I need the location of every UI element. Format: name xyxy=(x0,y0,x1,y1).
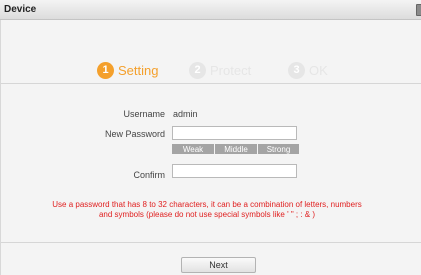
strength-middle: Middle xyxy=(215,144,257,154)
step-1-label: Setting xyxy=(118,62,159,78)
confirm-password-field[interactable] xyxy=(172,164,297,178)
wizard-panel: 1 Setting 2 Protect 3 OK Username admin … xyxy=(0,20,421,275)
password-strength-meter: Weak Middle Strong xyxy=(172,144,299,154)
wizard-steps: 1 Setting 2 Protect 3 OK xyxy=(1,60,421,84)
step-setting: 1 Setting xyxy=(97,60,158,80)
username-value: admin xyxy=(173,109,198,119)
step-2-number: 2 xyxy=(189,61,206,79)
username-label: Username xyxy=(123,109,165,119)
strength-weak: Weak xyxy=(172,144,214,154)
step-protect: 2 Protect xyxy=(189,60,251,80)
step-3-label: OK xyxy=(309,62,328,78)
confirm-label: Confirm xyxy=(133,170,165,180)
title-bar: Device xyxy=(0,0,421,20)
close-icon[interactable] xyxy=(416,4,421,16)
step-2-label: Protect xyxy=(210,62,252,78)
new-password-field[interactable] xyxy=(172,126,297,140)
step-3-number: 3 xyxy=(288,61,305,79)
divider-top xyxy=(1,83,421,84)
divider-bottom xyxy=(1,242,421,243)
step-ok: 3 OK xyxy=(288,60,328,80)
strength-strong: Strong xyxy=(258,144,299,154)
new-password-label: New Password xyxy=(104,129,165,139)
next-button[interactable]: Next xyxy=(181,257,256,273)
password-hint: Use a password that has 8 to 32 characte… xyxy=(52,200,362,219)
window-title: Device xyxy=(4,4,37,15)
step-1-number: 1 xyxy=(97,61,114,79)
